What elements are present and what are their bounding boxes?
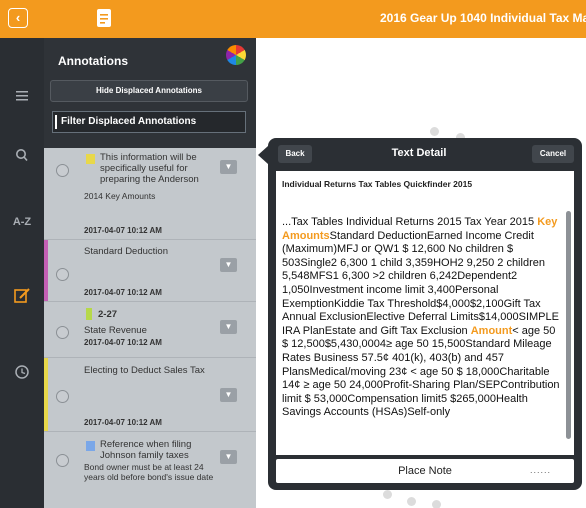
- background-dot: [383, 490, 392, 499]
- annotations-panel: Annotations Hide Displaced Annotations F…: [44, 38, 256, 508]
- annotation-subtitle: Bond owner must be at least 24 years old…: [84, 462, 214, 482]
- highlight-color-icon: [86, 308, 92, 320]
- background-dot: [432, 500, 441, 508]
- search-icon[interactable]: [0, 148, 44, 162]
- chevron-down-icon[interactable]: ▼: [220, 320, 237, 334]
- document-name: Individual Returns Tax Tables Quickfinde…: [282, 179, 473, 189]
- radio-button[interactable]: [56, 268, 69, 281]
- radio-button[interactable]: [56, 454, 69, 467]
- excerpt-prefix: ...Tax Tables Individual Returns 2015 Ta…: [282, 216, 538, 228]
- color-strip: [44, 240, 48, 301]
- radio-button[interactable]: [56, 164, 69, 177]
- excerpt-text: ...Tax Tables Individual Returns 2015 Ta…: [282, 216, 564, 420]
- annotations-icon[interactable]: [0, 288, 44, 304]
- excerpt-suffix: < age 50 $ 12,500$5,430,0004≥ age 50 15,…: [282, 324, 560, 419]
- list-item[interactable]: 2-27 State Revenue ▼ 2017-04-07 10:12 AM: [44, 302, 256, 358]
- annotation-text: State Revenue: [84, 325, 147, 336]
- annotation-date: 2017-04-07 10:12 AM: [84, 418, 162, 427]
- annotation-date: 2017-04-07 10:12 AM: [84, 226, 162, 235]
- list-icon[interactable]: [0, 90, 44, 102]
- chevron-down-icon[interactable]: ▼: [220, 160, 237, 174]
- page-title: 2016 Gear Up 1040 Individual Tax Man: [380, 11, 586, 25]
- top-bar: ‹ 2016 Gear Up 1040 Individual Tax Man: [0, 0, 586, 38]
- list-item[interactable]: Reference when filing Johnson family tax…: [44, 432, 256, 508]
- text-detail-body: Individual Returns Tax Tables Quickfinde…: [276, 171, 574, 455]
- list-item[interactable]: Standard Deduction ▼ 2017-04-07 10:12 AM: [44, 240, 256, 302]
- search-highlight: Amount: [470, 324, 513, 337]
- annotation-subtitle: 2014 Key Amounts: [84, 191, 156, 201]
- annotation-text: Reference when filing Johnson family tax…: [100, 439, 192, 461]
- scrollbar[interactable]: [566, 211, 571, 439]
- background-dot: [407, 497, 416, 506]
- annotation-text: Standard Deduction: [84, 246, 168, 257]
- place-note-dots: ......: [530, 465, 552, 475]
- document-icon[interactable]: [96, 8, 114, 28]
- radio-button[interactable]: [56, 326, 69, 339]
- icon-rail: A-Z: [0, 38, 44, 508]
- annotation-date: 2017-04-07 10:12 AM: [84, 338, 162, 347]
- popover-title: Text Detail: [391, 147, 447, 159]
- radio-button[interactable]: [56, 390, 69, 403]
- popover-arrow: [258, 146, 268, 164]
- chevron-down-icon[interactable]: ▼: [220, 450, 237, 464]
- chevron-down-icon[interactable]: ▼: [220, 258, 237, 272]
- chevron-left-icon[interactable]: ‹: [8, 8, 28, 28]
- list-item[interactable]: Electing to Deduct Sales Tax ▼ 2017-04-0…: [44, 358, 256, 432]
- highlight-color-icon: [86, 154, 95, 164]
- back-button[interactable]: Back: [278, 145, 312, 163]
- background-dot: [430, 127, 439, 136]
- hide-displaced-button[interactable]: Hide Displaced Annotations: [50, 80, 248, 102]
- color-strip: [44, 358, 48, 431]
- chevron-down-icon[interactable]: ▼: [220, 388, 237, 402]
- filter-input[interactable]: Filter Displaced Annotations: [52, 111, 246, 133]
- color-wheel-icon[interactable]: [226, 45, 246, 65]
- panel-title: Annotations: [58, 54, 128, 68]
- highlight-color-icon: [86, 441, 95, 451]
- excerpt-middle: Standard DeductionEarned Income Credit (…: [282, 229, 559, 337]
- annotation-page: 2-27: [98, 309, 118, 320]
- cancel-button[interactable]: Cancel: [532, 145, 574, 163]
- annotation-list: This information will be specifically us…: [44, 148, 256, 508]
- annotation-text: Electing to Deduct Sales Tax: [84, 365, 205, 376]
- history-icon[interactable]: [0, 364, 44, 380]
- annotation-date: 2017-04-07 10:12 AM: [84, 288, 162, 297]
- a-z-index-icon[interactable]: A-Z: [0, 216, 44, 228]
- text-detail-popover: Back Text Detail Cancel Individual Retur…: [268, 138, 582, 490]
- annotation-text: This information will be specifically us…: [100, 152, 199, 185]
- list-item[interactable]: This information will be specifically us…: [44, 148, 256, 240]
